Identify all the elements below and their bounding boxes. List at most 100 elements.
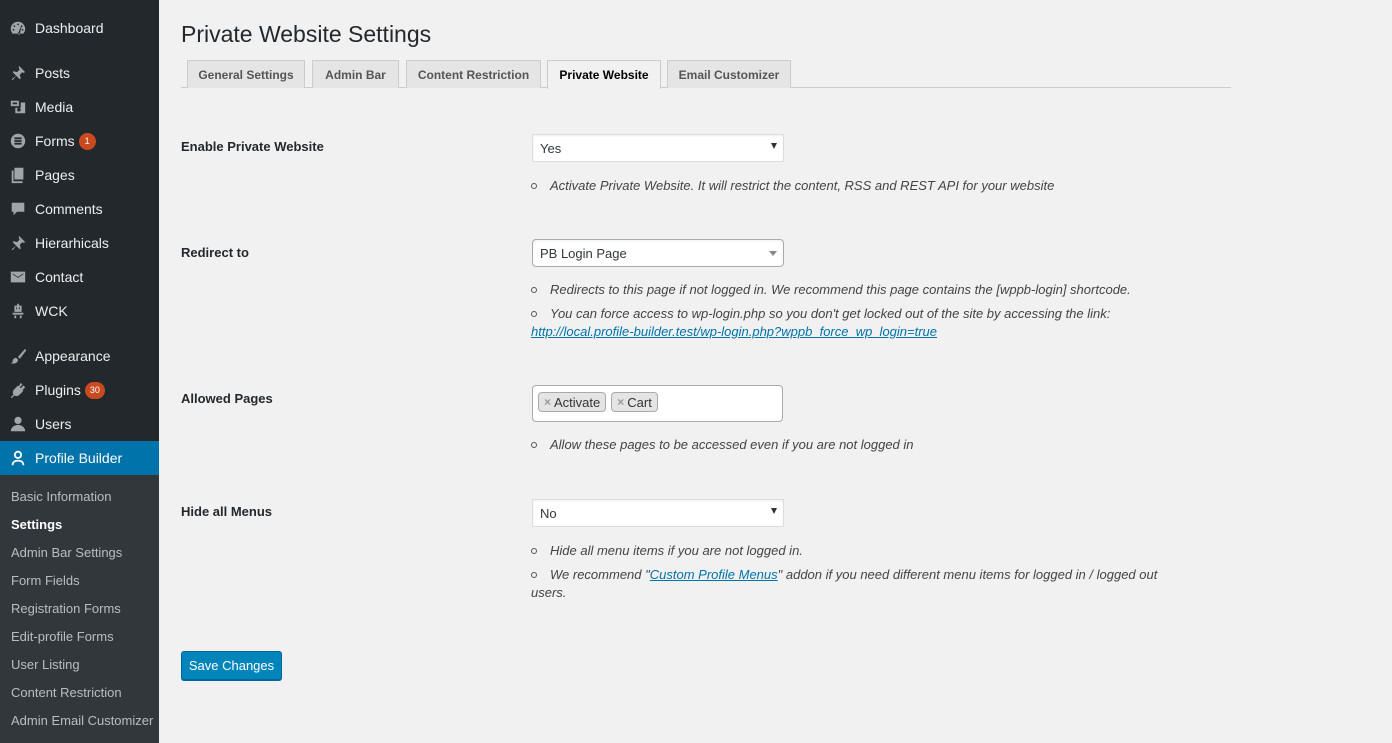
menu-label: Plugins (35, 382, 81, 398)
submenu-edit-profile-forms[interactable]: Edit-profile Forms (11, 629, 114, 644)
menu-item-contact[interactable]: Contact (0, 260, 159, 294)
force-login-link[interactable]: http://local.profile-builder.test/wp-log… (531, 324, 937, 339)
submenu-user-listing[interactable]: User Listing (11, 657, 80, 672)
redirect-description-2: You can force access to wp-login.php so … (531, 305, 1191, 341)
menu-item-profile-builder[interactable]: Profile Builder (0, 441, 159, 475)
description-text: You can force access to wp-login.php so … (550, 306, 1111, 321)
chip-label: Activate (554, 394, 601, 410)
menu-item-media[interactable]: Media (0, 90, 159, 124)
admin-sidebar: Dashboard Posts Media Forms 1 Pages Comm… (0, 0, 159, 743)
tab-private-website[interactable]: Private Website (547, 60, 661, 89)
comment-icon (0, 200, 35, 218)
menu-item-forms[interactable]: Forms 1 (0, 124, 159, 158)
page-title: Private Website Settings (181, 21, 432, 47)
remove-chip-icon[interactable]: × (544, 395, 551, 409)
menu-label: Posts (35, 65, 71, 81)
submenu-admin-email-customizer[interactable]: Admin Email Customizer (11, 713, 153, 728)
pages-icon (0, 166, 35, 184)
dropdown-arrow-icon (769, 251, 777, 256)
pin-icon (0, 64, 35, 82)
description-text-wrap: users. (531, 585, 567, 600)
submenu-basic-information[interactable]: Basic Information (11, 489, 111, 504)
menu-label: Forms (35, 133, 75, 149)
menu-label: Users (35, 416, 72, 432)
pin-icon (0, 234, 35, 252)
hide-all-menus-label: Hide all Menus (181, 504, 273, 519)
menu-label: Profile Builder (35, 450, 123, 466)
bullet-icon (531, 548, 537, 555)
tab-general-settings[interactable]: General Settings (187, 60, 305, 88)
settings-tabs: General Settings Admin Bar Content Restr… (181, 60, 1231, 89)
hide-all-menus-select[interactable]: No (532, 499, 784, 527)
menu-label: Dashboard (35, 20, 104, 36)
menu-label: Contact (35, 269, 84, 285)
menu-label: WCK (35, 303, 68, 319)
menu-item-posts[interactable]: Posts (0, 56, 159, 90)
notification-badge: 1 (78, 132, 96, 150)
media-icon (0, 98, 35, 116)
submenu-settings[interactable]: Settings (11, 517, 62, 532)
dashboard-icon (0, 19, 35, 37)
enable-private-website-label: Enable Private Website (181, 139, 324, 154)
menu-item-plugins[interactable]: Plugins 30 (0, 373, 159, 407)
bullet-icon (531, 287, 537, 294)
save-changes-button[interactable]: Save Changes (181, 651, 282, 680)
dropdown-arrow-icon (771, 143, 777, 149)
menu-label: Pages (35, 167, 75, 183)
robot-icon (0, 302, 35, 320)
menu-item-appearance[interactable]: Appearance (0, 339, 159, 373)
menu-label: Media (35, 99, 74, 115)
custom-profile-menus-link[interactable]: Custom Profile Menus (650, 567, 778, 582)
select-value: No (540, 505, 557, 521)
menu-label: Comments (35, 201, 103, 217)
redirect-to-label: Redirect to (181, 245, 249, 260)
select-value: PB Login Page (540, 245, 627, 261)
description-text: " addon if you need different menu items… (777, 567, 1158, 582)
menu-label: Appearance (35, 348, 111, 364)
bullet-icon (531, 572, 537, 579)
menu-item-comments[interactable]: Comments (0, 192, 159, 226)
submenu-admin-bar-settings[interactable]: Admin Bar Settings (11, 545, 122, 560)
menu-item-dashboard[interactable]: Dashboard (0, 11, 159, 45)
tab-admin-bar[interactable]: Admin Bar (312, 60, 399, 88)
description-text: Activate Private Website. It will restri… (550, 178, 1055, 193)
tab-email-customizer[interactable]: Email Customizer (667, 60, 791, 88)
bullet-icon (531, 311, 537, 318)
allowed-pages-label: Allowed Pages (181, 391, 273, 406)
plugin-icon (0, 381, 35, 399)
select-value: Yes (540, 140, 562, 156)
forms-icon (0, 132, 35, 150)
submenu-registration-forms[interactable]: Registration Forms (11, 601, 121, 616)
menus-description-1: Hide all menu items if you are not logge… (531, 542, 803, 560)
menu-item-users[interactable]: Users (0, 407, 159, 441)
description-text: We recommend " (550, 567, 650, 582)
enable-description: Activate Private Website. It will restri… (531, 177, 1054, 195)
profile-builder-submenu: Basic Information Settings Admin Bar Set… (0, 475, 159, 743)
bullet-icon (531, 442, 537, 449)
profile-icon (0, 449, 35, 467)
chip-label: Cart (627, 394, 652, 410)
tab-content-restriction[interactable]: Content Restriction (406, 60, 541, 88)
bullet-icon (531, 183, 537, 190)
menu-item-hierarhicals[interactable]: Hierarhicals (0, 226, 159, 260)
description-text: Redirects to this page if not logged in.… (550, 282, 1131, 297)
mail-icon (0, 268, 35, 286)
chip-cart: × Cart (611, 392, 658, 412)
allowed-pages-description: Allow these pages to be accessed even if… (531, 436, 914, 454)
redirect-to-select[interactable]: PB Login Page (532, 239, 784, 267)
enable-private-website-select[interactable]: Yes (532, 134, 784, 162)
menu-item-wck[interactable]: WCK (0, 294, 159, 328)
remove-chip-icon[interactable]: × (617, 395, 624, 409)
description-text: Allow these pages to be accessed even if… (550, 437, 914, 452)
brush-icon (0, 347, 35, 365)
notification-badge: 30 (84, 381, 105, 399)
redirect-description-1: Redirects to this page if not logged in.… (531, 281, 1131, 299)
chip-activate: × Activate (538, 392, 607, 412)
dropdown-arrow-icon (771, 508, 777, 514)
allowed-pages-multiselect[interactable]: × Activate × Cart (532, 385, 783, 422)
submenu-content-restriction[interactable]: Content Restriction (11, 685, 122, 700)
submenu-form-fields[interactable]: Form Fields (11, 573, 80, 588)
menus-description-2: We recommend "Custom Profile Menus" addo… (531, 566, 1231, 602)
menu-item-pages[interactable]: Pages (0, 158, 159, 192)
description-text: Hide all menu items if you are not logge… (550, 543, 803, 558)
